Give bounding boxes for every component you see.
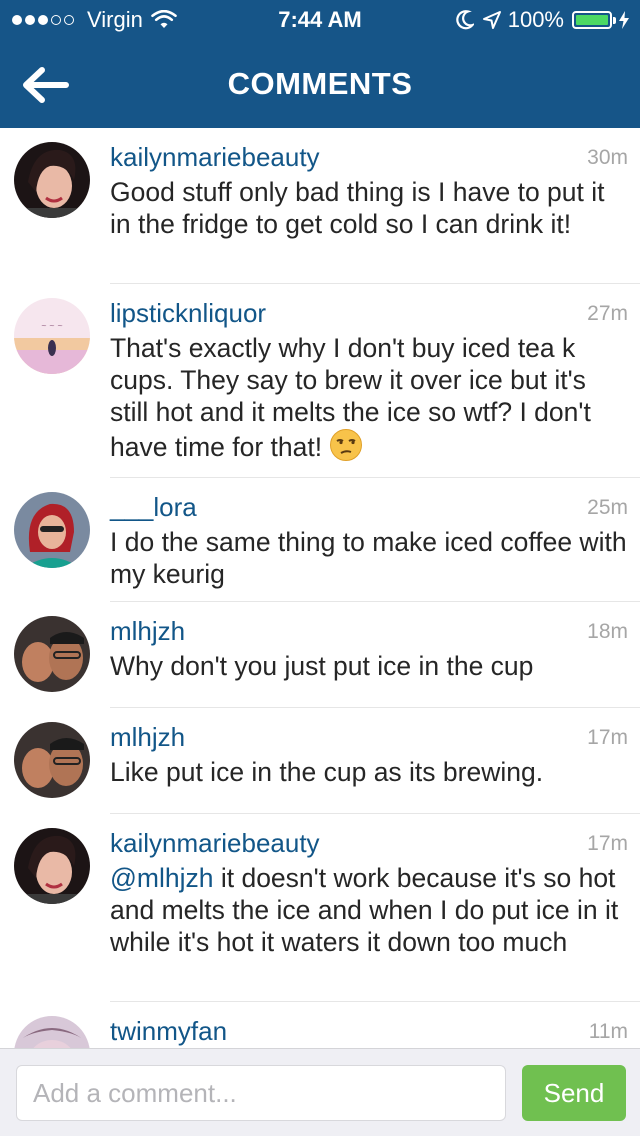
- divider: [110, 477, 640, 478]
- location-arrow-icon: [482, 11, 501, 29]
- comment-timestamp: 27m: [587, 302, 628, 325]
- comment-text: @mlhjzh it doesn't work because it's so …: [110, 862, 630, 958]
- comment-username[interactable]: lipsticknliquor: [110, 298, 266, 329]
- comment-text: Like put ice in the cup as its brewing.: [110, 756, 630, 788]
- moon-icon: [455, 10, 474, 30]
- battery-icon: [572, 11, 616, 29]
- comment-username[interactable]: ___lora: [110, 492, 197, 523]
- comment-body: Good stuff only bad thing is I have to p…: [110, 177, 605, 239]
- battery-percent: 100%: [507, 7, 564, 32]
- divider: [110, 813, 640, 814]
- comment-body: I do the same thing to make iced coffee …: [110, 527, 627, 589]
- avatar[interactable]: ~ ~ ~: [14, 298, 90, 374]
- avatar[interactable]: [14, 492, 90, 568]
- avatar[interactable]: [14, 616, 90, 692]
- page-title: COMMENTS: [227, 66, 413, 101]
- comment-username[interactable]: twinmyfan: [110, 1016, 227, 1047]
- status-bar: Virgin 7:44 AM 100%: [0, 0, 640, 40]
- comment-text: Good stuff only bad thing is I have to p…: [110, 176, 630, 240]
- charging-bolt-icon: [619, 11, 629, 29]
- comment-username[interactable]: mlhjzh: [110, 722, 185, 753]
- send-button[interactable]: Send: [522, 1065, 626, 1121]
- comment-text: Why don't you just put ice in the cup: [110, 650, 630, 682]
- app-header: Virgin 7:44 AM 100% COMMENTS: [0, 0, 640, 128]
- comment-timestamp: 18m: [587, 620, 628, 643]
- divider: [110, 1001, 640, 1002]
- comment-text: That's exactly why I don't buy iced tea …: [110, 332, 630, 463]
- unamused-face-icon: [330, 429, 363, 461]
- comment-username[interactable]: mlhjzh: [110, 616, 185, 647]
- svg-text:~ ~ ~: ~ ~ ~: [41, 322, 63, 330]
- comment-composer: Send: [0, 1048, 640, 1136]
- divider: [110, 283, 640, 284]
- status-right: 100%: [455, 7, 630, 33]
- comment-timestamp: 30m: [587, 146, 628, 169]
- comment-mention[interactable]: @mlhjzh: [110, 863, 213, 893]
- divider: [110, 601, 640, 602]
- comment-list[interactable]: kailynmariebeauty 30m Good stuff only ba…: [0, 128, 640, 1048]
- avatar[interactable]: [14, 1016, 90, 1048]
- divider: [110, 707, 640, 708]
- comment-text: I do the same thing to make iced coffee …: [110, 526, 630, 590]
- comment-timestamp: 17m: [587, 832, 628, 855]
- comment-input[interactable]: [16, 1065, 506, 1121]
- avatar[interactable]: [14, 142, 90, 218]
- comment-timestamp: 11m: [588, 1020, 628, 1043]
- comment-username[interactable]: kailynmariebeauty: [110, 142, 320, 173]
- comment-body: Why don't you just put ice in the cup: [110, 651, 534, 681]
- comment-body: Like put ice in the cup as its brewing.: [110, 757, 544, 787]
- avatar[interactable]: [14, 722, 90, 798]
- comment-timestamp: 17m: [587, 726, 628, 749]
- avatar[interactable]: [14, 828, 90, 904]
- comment-username[interactable]: kailynmariebeauty: [110, 828, 320, 859]
- comment-timestamp: 25m: [587, 496, 628, 519]
